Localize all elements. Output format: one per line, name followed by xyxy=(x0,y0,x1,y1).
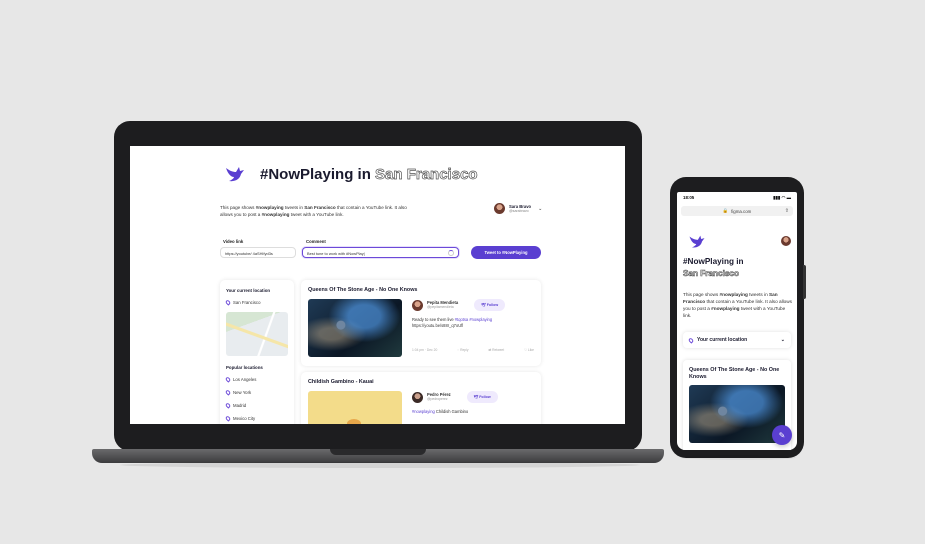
tweet-handle: @pepitamendieta xyxy=(427,305,454,309)
desktop-app: #NowPlaying in San Francisco This page s… xyxy=(130,146,625,424)
comment-input[interactable]: Best tune to work with #NowPlay| xyxy=(302,247,459,258)
page-description: This page shows #nowplaying tweets in Sa… xyxy=(683,292,793,318)
lock-icon: 🔒 xyxy=(722,208,729,213)
location-pin-icon xyxy=(224,376,232,383)
follow-button[interactable]: 🕊 Follow xyxy=(474,299,506,311)
avatar xyxy=(494,203,505,214)
song-title: Queens Of The Stone Age - No One Knows xyxy=(689,367,780,380)
page-title: #NowPlaying in San Francisco xyxy=(683,257,744,278)
location-sidebar: Your current location San Francisco Popu… xyxy=(220,280,294,424)
tweet-link[interactable]: https://youtu.be/s88r_q7oUfl xyxy=(412,323,534,329)
map-thumbnail[interactable] xyxy=(226,312,288,356)
reply-button[interactable]: ◌ Reply xyxy=(457,347,468,353)
user-name: Sara Bravo xyxy=(509,203,532,209)
current-location-title: Your current location xyxy=(226,288,271,293)
comment-text: Best tune to work with #NowPlay| xyxy=(307,251,365,256)
location-pin-icon xyxy=(687,336,695,344)
popular-location-item[interactable]: Madrid xyxy=(224,401,288,410)
comment-label: Comment xyxy=(306,239,326,244)
signal-icon: ▮▮▮ ◠ ▬ xyxy=(773,195,791,200)
share-icon[interactable]: ⇧ xyxy=(785,208,789,214)
popular-location-item[interactable]: Los Angeles xyxy=(224,375,288,384)
loading-spinner-icon xyxy=(448,250,454,256)
song-title: Childish Gambino - Kauai xyxy=(308,379,374,385)
tweet-card: Queens Of The Stone Age - No One Knows P… xyxy=(301,280,541,366)
video-thumbnail[interactable] xyxy=(308,391,402,424)
location-dropdown[interactable]: Your current location ⌄ xyxy=(683,332,791,348)
popular-locations-title: Popular locations xyxy=(226,365,263,370)
url-text: figma.com xyxy=(731,208,752,214)
location-pin-icon xyxy=(224,415,232,422)
feather-icon: ✎ xyxy=(778,430,786,440)
video-link-label: Video link xyxy=(223,239,244,244)
status-bar: 18:05 ▮▮▮ ◠ ▬ xyxy=(677,192,797,201)
avatar[interactable] xyxy=(781,236,791,246)
location-pin-icon xyxy=(224,299,232,306)
tweet-card: Childish Gambino - Kauai Pedro Pérez @pe… xyxy=(301,372,541,424)
tweet-handle: @pedroperez xyxy=(427,397,448,401)
compose-tweet-button[interactable]: ✎ xyxy=(772,425,792,445)
chevron-down-icon: ⌄ xyxy=(780,337,785,343)
popular-location-item[interactable]: New York xyxy=(224,388,288,397)
video-thumbnail[interactable] xyxy=(689,385,785,443)
follow-button[interactable]: 🕊 Follow xyxy=(466,391,498,403)
current-location[interactable]: San Francisco xyxy=(224,298,288,307)
location-pin-icon xyxy=(224,402,232,409)
retweet-button[interactable]: ⇄ Retweet xyxy=(488,347,504,353)
song-title: Queens Of The Stone Age - No One Knows xyxy=(308,287,418,293)
laptop-shadow xyxy=(120,462,640,468)
phone-shadow xyxy=(680,455,796,460)
tweet-date: 1:04 pm · Dec 20 xyxy=(412,348,438,352)
status-time: 18:05 xyxy=(683,195,695,200)
avatar xyxy=(412,391,423,403)
video-thumbnail[interactable] xyxy=(308,299,402,357)
video-link-input[interactable]: https://youtube/ 4aSHIfyd3s xyxy=(220,247,296,258)
tweet-text: #nowplaying Childish Gambino xyxy=(412,409,469,414)
tweet-button[interactable]: Tweet to #NowPlaying xyxy=(471,246,541,259)
location-pin-icon xyxy=(224,389,232,396)
avatar xyxy=(412,299,423,311)
mobile-app: 18:05 ▮▮▮ ◠ ▬ 🔒 figma.com ⇧ #NowPlaying … xyxy=(677,192,797,450)
page-description: This page shows #nowplaying tweets in Sa… xyxy=(220,205,407,217)
bird-logo-icon xyxy=(226,167,244,182)
user-menu[interactable]: Sara Bravo @sarabravo ⌄ xyxy=(494,203,542,214)
bird-logo-icon xyxy=(689,235,705,248)
user-handle: @sarabravo xyxy=(509,208,529,213)
address-bar[interactable]: 🔒 figma.com ⇧ xyxy=(681,206,793,216)
page-title: #NowPlaying in San Francisco xyxy=(260,166,478,184)
popular-location-item[interactable]: Mexico City xyxy=(224,414,288,423)
like-button[interactable]: ♡ Like xyxy=(524,347,534,353)
phone-side-button xyxy=(803,265,806,299)
chevron-down-icon[interactable]: ⌄ xyxy=(538,206,542,212)
laptop-notch xyxy=(330,449,426,455)
